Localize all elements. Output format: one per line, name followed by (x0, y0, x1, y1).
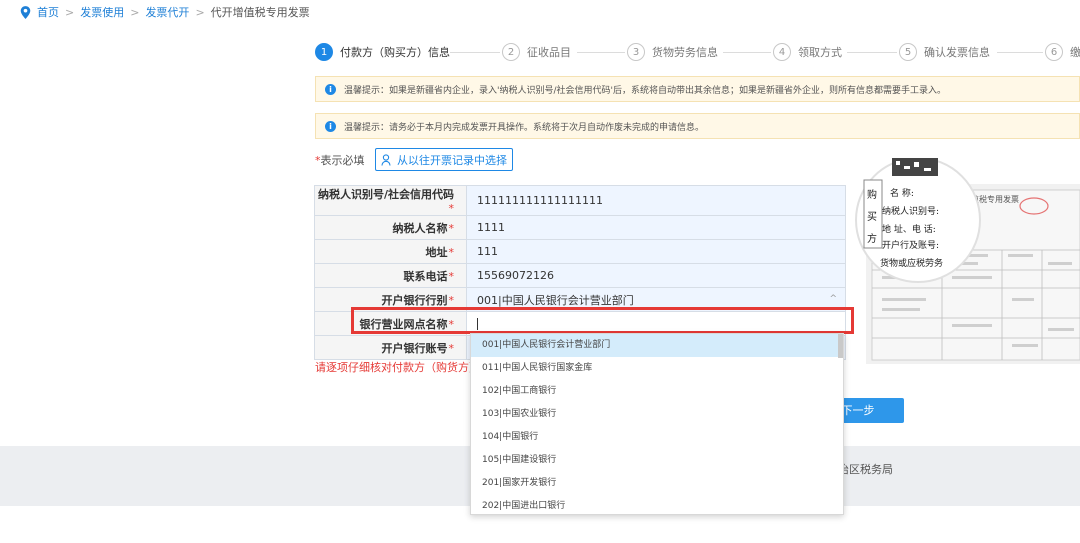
address-field[interactable]: 111 (466, 239, 846, 264)
step-number: 5 (899, 43, 917, 61)
footer-text: 治区税务局 (838, 463, 893, 476)
step-number: 1 (315, 43, 333, 61)
step-label: 确认发票信息 (924, 46, 990, 59)
svg-text:开户行及账号:: 开户行及账号: (882, 239, 939, 251)
field-label: 开户银行行别* (314, 287, 467, 312)
step-number: 6 (1045, 43, 1063, 61)
form-row-address: 地址* 111 (314, 239, 846, 264)
step-label: 征收品目 (527, 46, 571, 59)
svg-text:名 称:: 名 称: (890, 187, 914, 199)
step-number: 2 (502, 43, 520, 61)
step-connector (577, 52, 625, 53)
step-label: 付款方（购买方）信息 (340, 46, 450, 59)
dropdown-option[interactable]: 201|国家开发银行 (471, 472, 843, 495)
text-caret (477, 318, 478, 330)
notice-text: 温馨提示：如果是新疆省内企业，录入'纳税人识别号/社会信用代码'后，系统将自动带… (344, 85, 946, 96)
field-label: 开户银行账号* (314, 335, 467, 360)
required-note-text: 表示必填 (320, 154, 365, 167)
dropdown-option[interactable]: 011|中国人民银行国家金库 (471, 357, 843, 380)
svg-text:地 址、电 话:: 地 址、电 话: (882, 223, 936, 235)
breadcrumb-separator: > (195, 5, 205, 19)
step-connector (723, 52, 771, 53)
dropdown-option[interactable]: 103|中国农业银行 (471, 403, 843, 426)
info-icon: i (325, 83, 336, 95)
history-records-button[interactable]: 从以往开票记录中选择 (375, 148, 513, 171)
history-records-label: 从以往开票记录中选择 (397, 153, 507, 167)
step-payment: 6 缴 (1045, 43, 1080, 61)
breadcrumb: 首页 > 发票使用 > 发票代开 > 代开增值税专用发票 (20, 4, 310, 20)
verify-warning: 请逐项仔细核对付款方（购货方） (315, 361, 480, 374)
field-label: 地址* (314, 239, 467, 264)
svg-text:买: 买 (867, 211, 877, 223)
form-row-bank-type: 开户银行行别* 001|中国人民银行会计营业部门 ^ (314, 287, 846, 312)
field-label: 纳税人名称* (314, 215, 467, 240)
dropdown-option[interactable]: 104|中国银行 (471, 426, 843, 449)
field-label: 纳税人识别号/社会信用代码* (314, 185, 467, 216)
step-connector (997, 52, 1043, 53)
notice-text: 温馨提示：请务必于本月内完成发票开具操作。系统将于次月自动作废未完成的申请信息。 (344, 122, 705, 133)
breadcrumb-home[interactable]: 首页 (37, 4, 59, 20)
svg-text:方: 方 (867, 232, 877, 245)
user-icon (381, 153, 391, 166)
dropdown-option[interactable]: 105|中国建设银行 (471, 449, 843, 472)
svg-text:纳税人识别号:: 纳税人识别号: (882, 205, 939, 217)
notice-province: i 温馨提示：如果是新疆省内企业，录入'纳税人识别号/社会信用代码'后，系统将自… (315, 76, 1080, 102)
bank-type-dropdown[interactable]: 001|中国人民银行会计营业部门 011|中国人民银行国家金库 102|中国工商… (470, 333, 844, 515)
taxpayer-name-field[interactable]: 1111 (466, 215, 846, 240)
step-number: 4 (773, 43, 791, 61)
step-label: 货物劳务信息 (652, 46, 718, 59)
step-progress: 1 付款方（购买方）信息 2 征收品目 3 货物劳务信息 4 领取方式 5 确认… (315, 43, 1080, 63)
phone-field[interactable]: 15569072126 (466, 263, 846, 288)
breadcrumb-separator: > (130, 5, 140, 19)
step-confirm-invoice: 5 确认发票信息 (899, 43, 990, 61)
form-row-bank-branch: 银行营业网点名称* (314, 311, 846, 336)
breadcrumb-invoice-usage[interactable]: 发票使用 (80, 4, 124, 20)
dropdown-option[interactable]: 202|中国进出口银行 (471, 495, 843, 514)
invoice-sample-image: 新疆增值税专用发票 购 买 方 名 称: 纳税人识别号: 地 址、电 话: 开户… (855, 158, 1080, 364)
required-note: *表示必填 (315, 152, 365, 168)
breadcrumb-separator: > (65, 5, 75, 19)
breadcrumb-invoice-proxy[interactable]: 发票代开 (145, 4, 189, 20)
location-pin-icon (20, 5, 31, 19)
svg-text:购: 购 (867, 188, 877, 201)
form-row-tax-id: 纳税人识别号/社会信用代码* 111111111111111111 (314, 185, 846, 216)
dropdown-scrollbar[interactable] (838, 334, 843, 358)
step-tax-items: 2 征收品目 (502, 43, 571, 61)
step-connector (450, 52, 500, 53)
svg-text:货物或应税劳务: 货物或应税劳务 (880, 257, 943, 269)
form-row-taxpayer-name: 纳税人名称* 1111 (314, 215, 846, 240)
dropdown-option[interactable]: 001|中国人民银行会计营业部门 (471, 334, 843, 357)
breadcrumb-current: 代开增值税专用发票 (210, 6, 310, 19)
field-label: 银行营业网点名称* (314, 311, 467, 336)
step-payer-info: 1 付款方（购买方）信息 (315, 43, 450, 61)
step-connector (847, 52, 897, 53)
step-label: 缴 (1070, 46, 1080, 59)
field-label: 联系电话* (314, 263, 467, 288)
bank-branch-input[interactable] (466, 311, 846, 336)
chevron-up-icon: ^ (829, 294, 837, 304)
bank-type-select[interactable]: 001|中国人民银行会计营业部门 ^ (466, 287, 846, 312)
notice-deadline: i 温馨提示：请务必于本月内完成发票开具操作。系统将于次月自动作废未完成的申请信… (315, 113, 1080, 139)
step-number: 3 (627, 43, 645, 61)
step-pickup-method: 4 领取方式 (773, 43, 842, 61)
form-row-phone: 联系电话* 15569072126 (314, 263, 846, 288)
info-icon: i (325, 120, 336, 132)
dropdown-option[interactable]: 102|中国工商银行 (471, 380, 843, 403)
step-label: 领取方式 (798, 46, 842, 59)
tax-id-field[interactable]: 111111111111111111 (466, 185, 846, 216)
step-goods-services: 3 货物劳务信息 (627, 43, 718, 61)
